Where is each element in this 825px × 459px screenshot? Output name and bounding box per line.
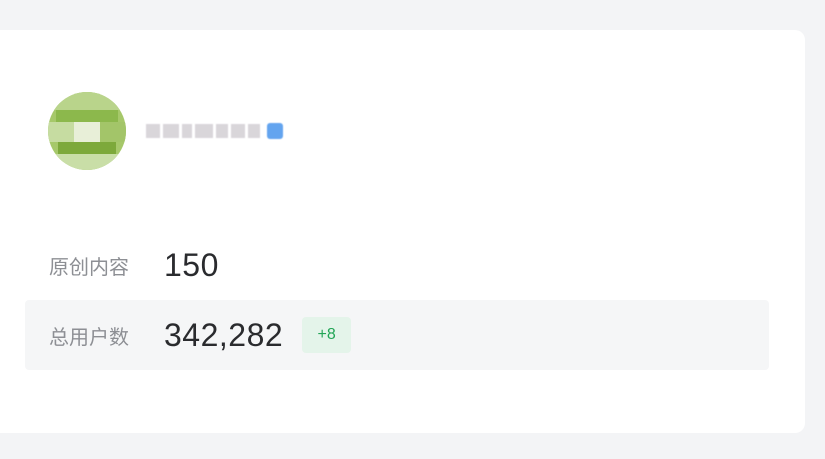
account-profile [48, 92, 283, 170]
total-users-value: 342,282 [164, 316, 284, 353]
stat-row-total-users: 总用户数 342,282 +8 [25, 300, 769, 370]
name-blur-segment [231, 124, 245, 138]
total-users-delta-badge: +8 [302, 317, 352, 353]
original-content-label: 原创内容 [49, 256, 129, 279]
total-users-label: 总用户数 [49, 326, 129, 349]
name-blur-segment [195, 124, 213, 138]
name-blur-segment [248, 124, 260, 138]
name-blur-segment [216, 124, 228, 138]
user-avatar-icon[interactable] [48, 92, 126, 170]
name-blur-segment [146, 124, 160, 138]
stat-row-original-content: 原创内容 150 [25, 230, 769, 300]
name-blur-segment [163, 124, 179, 138]
name-blur-segment [182, 124, 192, 138]
account-name-blurred [146, 120, 283, 142]
verified-badge-icon [267, 123, 283, 139]
original-content-value: 150 [164, 246, 219, 283]
